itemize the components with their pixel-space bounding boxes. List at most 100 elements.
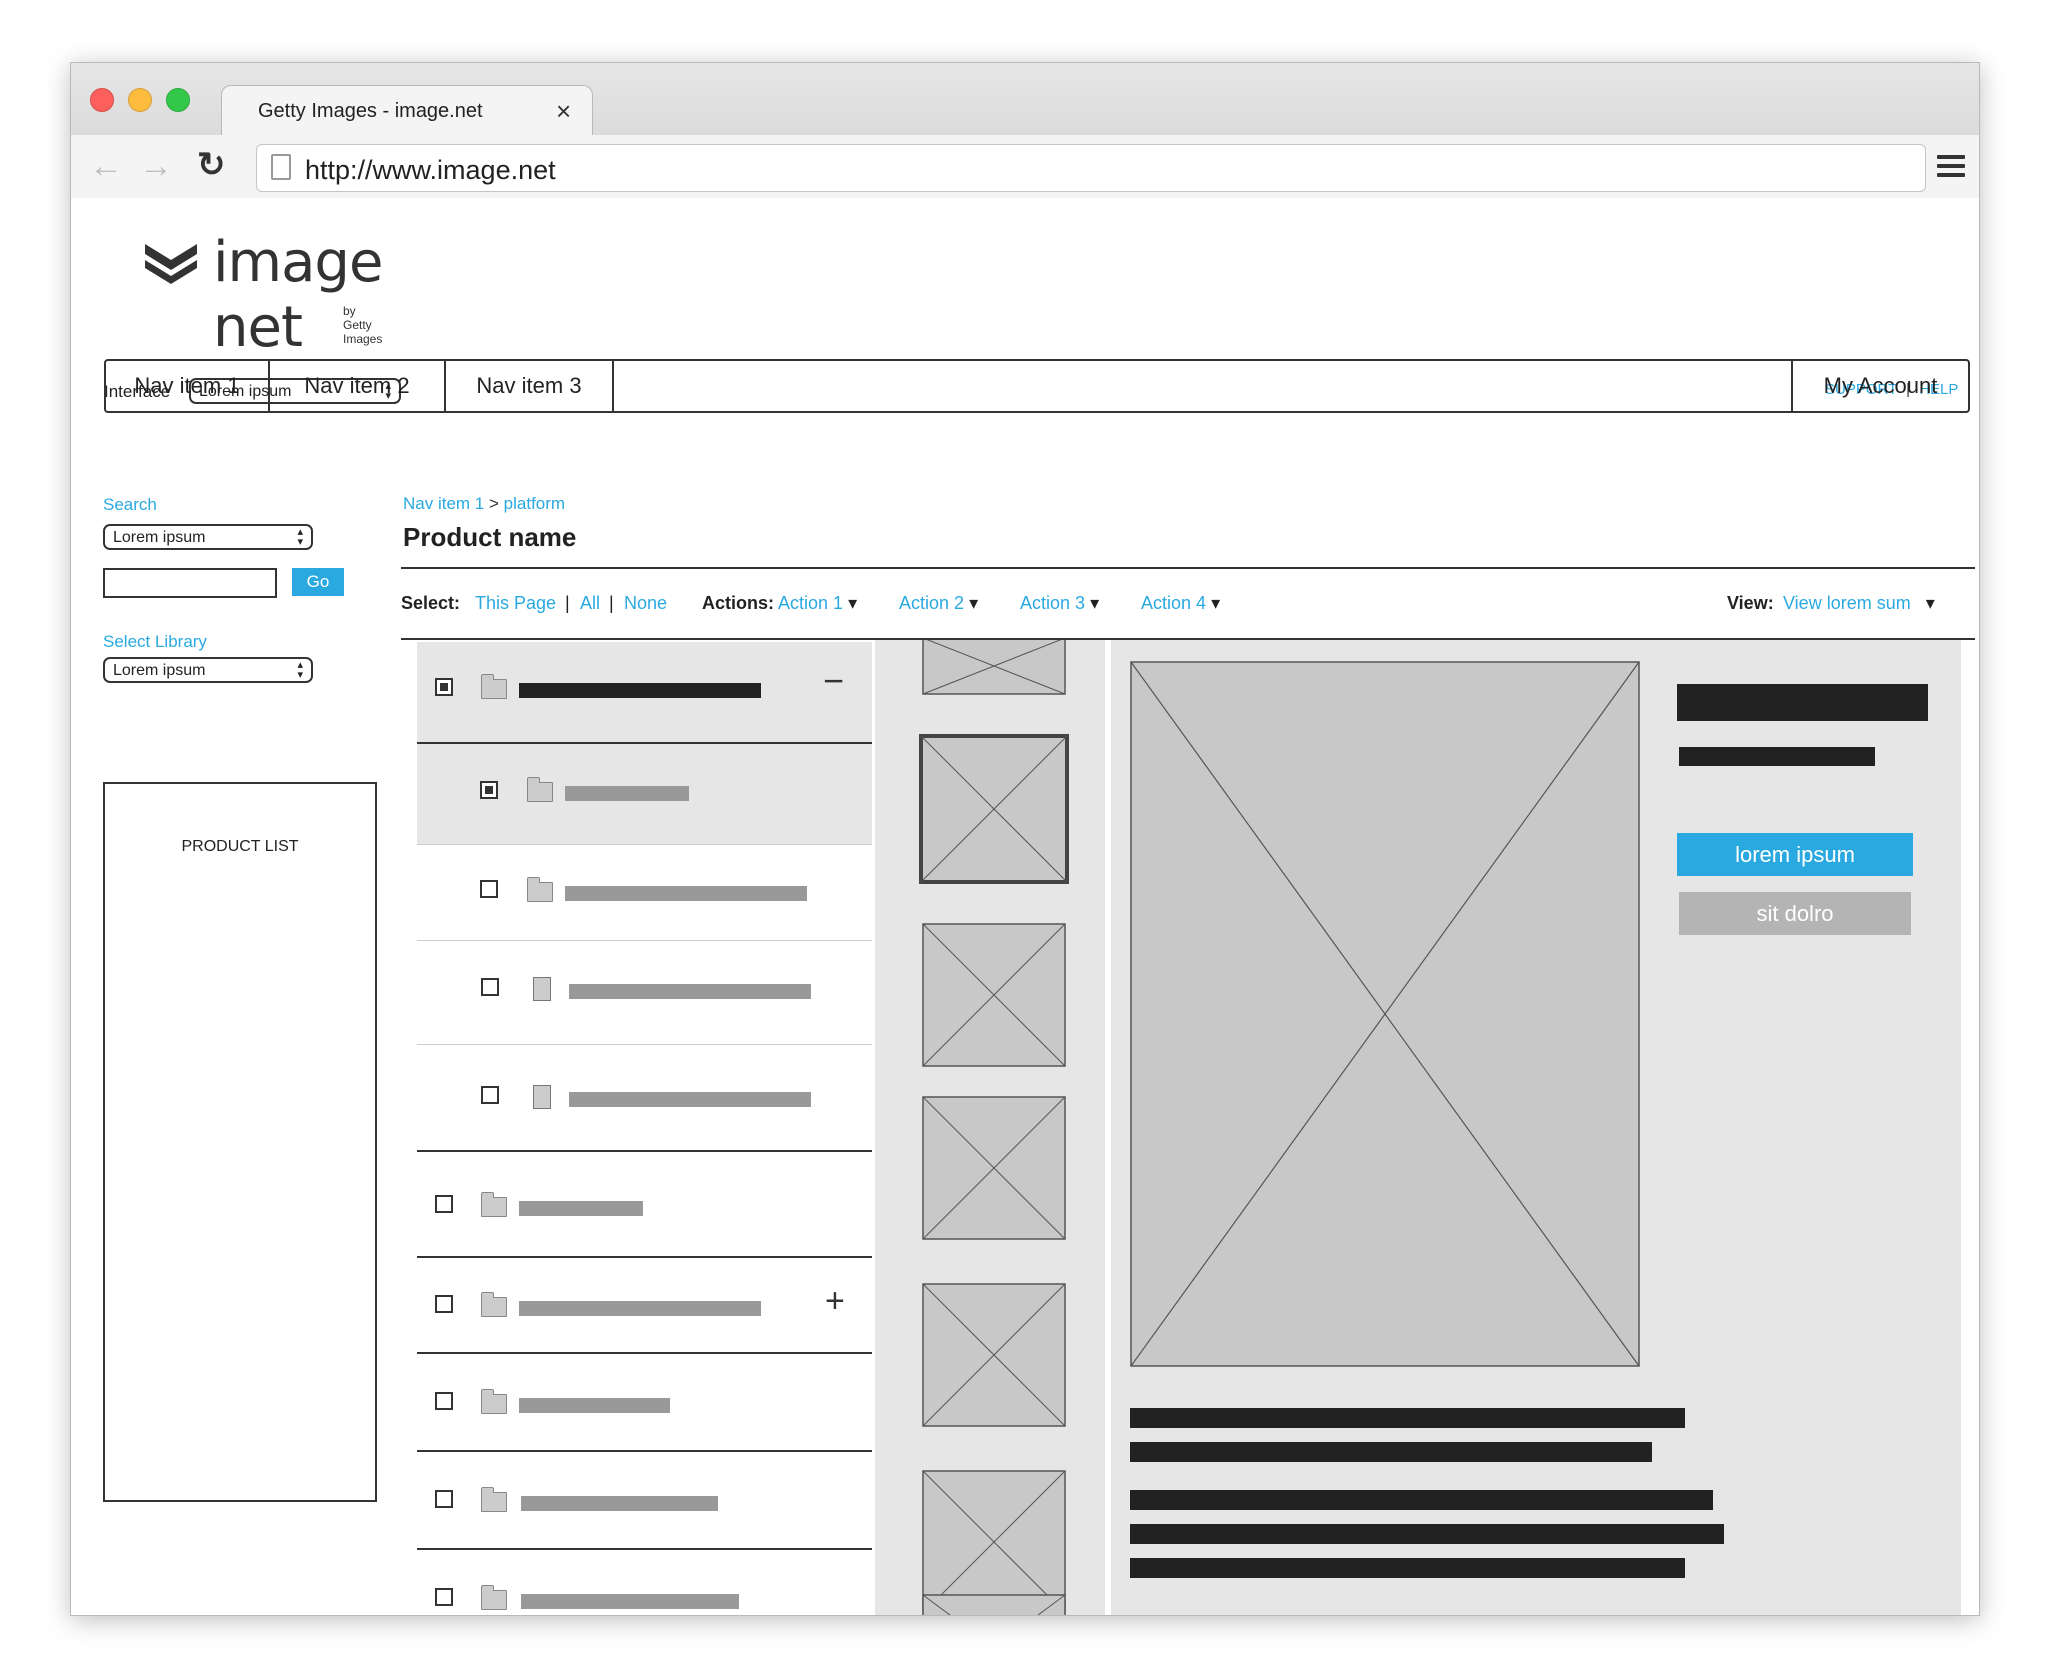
action-3-label: Action 3 [1020,593,1086,613]
actions-label: Actions: [702,593,774,613]
thumbnail-image-selected[interactable] [919,734,1069,884]
secondary-action-button[interactable]: sit dolro [1679,892,1911,935]
view-dropdown[interactable]: View lorem sum ▾ [1783,593,1935,614]
document-icon [528,1082,551,1109]
folder-icon [480,1292,507,1317]
my-account-link[interactable]: My Account [1791,361,1968,411]
thumbnail-image-placeholder[interactable] [922,1096,1066,1240]
folder-icon [480,1192,507,1217]
breadcrumb: Nav item 1 > platform [403,494,565,514]
row-checkbox[interactable] [435,1588,453,1606]
breadcrumb-item-1[interactable]: Nav item 1 [403,494,484,513]
close-window-icon[interactable] [90,88,114,112]
library-select[interactable]: Lorem ipsum ▴ ▾ [103,657,313,683]
action-3-dropdown[interactable]: Action 3 ▾ [1020,593,1099,614]
row-divider [417,1352,872,1354]
select-this-page-link[interactable]: This Page [475,593,556,614]
url-text: http://www.image.net [305,155,556,185]
forward-icon[interactable]: → [139,147,173,186]
go-button[interactable]: Go [292,568,344,596]
select-none-link[interactable]: None [624,593,667,614]
tab-close-icon[interactable]: × [556,96,571,127]
page-title: Product name [403,522,577,552]
thumbnail-image-placeholder[interactable] [922,923,1066,1067]
row-title-placeholder [519,1301,761,1316]
hamburger-menu-icon[interactable] [1937,155,1965,179]
select-arrows-icon: ▴ ▾ [297,526,303,548]
reload-icon[interactable]: ↻ [197,145,226,185]
chevron-logo-icon [145,244,197,284]
folder-icon [480,1487,507,1512]
collapse-minus-icon[interactable]: − [823,660,844,702]
action-1-label: Action 1 [778,593,844,613]
actions-bar: Select: This Page | All | None Actions: … [401,567,1975,640]
folder-icon [526,777,553,802]
detail-panel: lorem ipsum sit dolro [1111,640,1961,1615]
search-input[interactable] [103,568,277,598]
nav-item-2[interactable]: Nav item 2 [270,361,446,411]
row-divider [417,1150,872,1152]
view-value: View lorem sum [1783,593,1911,613]
thumbnail-image-placeholder[interactable] [922,1470,1066,1614]
folder-icon [526,877,553,902]
folder-icon [480,1389,507,1414]
expand-plus-icon[interactable]: + [825,1282,845,1321]
nav-item-3[interactable]: Nav item 3 [446,361,614,411]
nav-item-1[interactable]: Nav item 1 [106,361,270,411]
browser-toolbar: ← → ↻ http://www.image.net [71,135,1979,198]
logo-subtext: by Getty Images [343,304,383,346]
search-type-select[interactable]: Lorem ipsum ▴ ▾ [103,524,313,550]
row-divider [417,1548,872,1550]
library-select-value: Lorem ipsum [113,662,206,679]
row-checkbox[interactable] [435,1392,453,1410]
caret-down-icon: ▾ [1211,593,1221,613]
main-nav: Nav item 1 Nav item 2 Nav item 3 My Acco… [104,359,1970,413]
primary-action-button[interactable]: lorem ipsum [1677,833,1913,876]
address-bar[interactable]: http://www.image.net [256,144,1926,192]
caret-down-icon: ▾ [1090,593,1100,613]
browser-tab[interactable]: Getty Images - image.net × [221,85,593,135]
detail-title-placeholder [1677,684,1928,721]
description-line-placeholder [1130,1558,1685,1578]
row-checkbox[interactable] [435,678,453,696]
action-2-label: Action 2 [899,593,965,613]
select-separator: | [565,593,570,613]
row-title-placeholder [521,1594,739,1609]
action-4-dropdown[interactable]: Action 4 ▾ [1141,593,1220,614]
description-line-placeholder [1130,1442,1652,1462]
row-checkbox[interactable] [435,1195,453,1213]
row-checkbox[interactable] [481,1086,499,1104]
row-checkbox[interactable] [435,1295,453,1313]
back-icon[interactable]: ← [89,147,123,186]
select-arrows-icon: ▴ ▾ [297,659,303,681]
view-label: View: [1727,593,1774,613]
row-checkbox[interactable] [480,781,498,799]
row-title-placeholder [519,1201,643,1216]
browser-chrome: Getty Images - image.net × ← → ↻ http://… [71,63,1979,198]
page-content: image net by Getty Images Interface Lore… [71,198,1979,1616]
row-checkbox[interactable] [480,880,498,898]
maximize-window-icon[interactable] [166,88,190,112]
select-library-label: Select Library [103,632,207,651]
breadcrumb-item-2[interactable]: platform [504,494,565,513]
action-2-dropdown[interactable]: Action 2 ▾ [899,593,978,614]
preview-image-placeholder[interactable] [1130,661,1640,1367]
select-all-link[interactable]: All [580,593,600,614]
detail-subtitle-placeholder [1679,747,1875,766]
thumbnail-image-placeholder[interactable] [922,640,1066,696]
row-checkbox[interactable] [481,978,499,996]
row-title-placeholder [569,1092,811,1107]
breadcrumb-separator: > [488,494,499,513]
search-label: Search [103,495,157,514]
minimize-window-icon[interactable] [128,88,152,112]
row-checkbox[interactable] [435,1490,453,1508]
caret-down-icon: ▾ [969,593,979,613]
browser-window: Getty Images - image.net × ← → ↻ http://… [70,62,1980,1616]
tab-title: Getty Images - image.net [258,100,483,122]
description-line-placeholder [1130,1408,1685,1428]
action-1-dropdown[interactable]: Action 1 ▾ [778,593,857,614]
thumbnail-image-placeholder[interactable] [922,1283,1066,1427]
page-icon [271,154,291,180]
thumbnail-image-placeholder[interactable] [922,1594,1066,1616]
caret-down-icon: ▾ [848,593,858,613]
